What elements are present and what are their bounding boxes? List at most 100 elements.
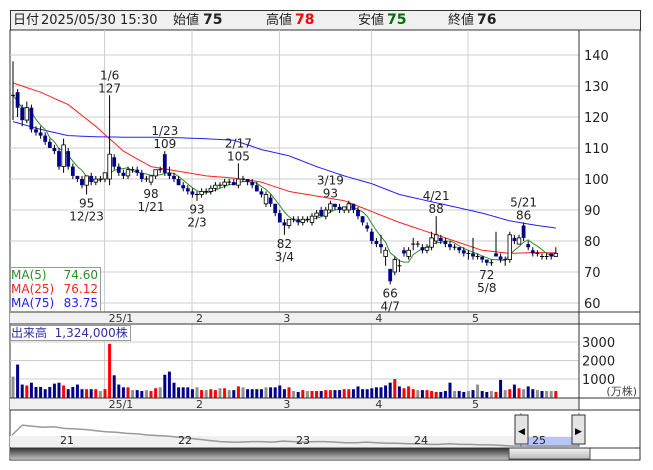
candle-body-up <box>406 249 411 257</box>
volume-bar <box>292 391 296 398</box>
volume-bar <box>466 391 470 398</box>
candle-body-up <box>153 169 158 177</box>
candle-body-down <box>333 203 337 207</box>
volume-bar <box>255 389 259 398</box>
volume-bar <box>305 391 309 398</box>
volume-bar <box>75 384 79 398</box>
candle-body-up <box>84 175 89 186</box>
volume-bar <box>140 391 144 398</box>
volume-bar <box>223 388 227 398</box>
volume-bar <box>126 387 130 398</box>
annotation-price: 109 <box>153 137 176 151</box>
volume-bar <box>117 384 121 398</box>
candle-body-down <box>20 107 25 121</box>
volume-bar <box>154 388 158 398</box>
month-label: 25/1 <box>109 398 134 411</box>
annotation-date: 1/23 <box>151 124 178 138</box>
candle-body-down <box>379 244 383 248</box>
volume-bar <box>361 389 365 398</box>
annotation-price: 82 <box>277 237 292 251</box>
candle-body-up <box>314 212 319 217</box>
volume-value: 1,324,000株 <box>54 326 128 340</box>
volume-bar <box>163 374 167 398</box>
caret-left-icon: ◀ <box>518 427 525 437</box>
navigator-right-handle[interactable]: ▶ <box>571 414 586 445</box>
candle-body-up <box>125 169 131 177</box>
navigator-label: 23 <box>296 434 310 447</box>
volume-bar <box>333 390 337 398</box>
volume-bar <box>269 387 273 398</box>
candle-body-down <box>388 268 393 282</box>
volume-bar <box>411 389 415 398</box>
month-label: 25/1 <box>109 312 134 325</box>
volume-bar <box>259 389 263 398</box>
volume-bar <box>494 391 498 398</box>
scrollbar-thumb[interactable] <box>508 447 591 460</box>
candle-body-down <box>498 256 503 260</box>
candle-body-down <box>190 191 195 195</box>
volume-bar <box>241 387 245 398</box>
volume-bar <box>342 389 346 398</box>
volume-bar <box>365 389 369 398</box>
candle <box>507 231 512 263</box>
scrollbar-track[interactable] <box>10 448 580 459</box>
candle-body-up <box>300 218 305 223</box>
volume-bar <box>213 390 217 398</box>
volume-bar <box>301 390 305 398</box>
volume-bar <box>351 389 355 398</box>
volume-bar <box>172 382 176 398</box>
candle-body-down <box>356 210 360 217</box>
volume-bar <box>296 391 300 398</box>
volume-bar <box>80 389 84 398</box>
volume-bar <box>181 387 185 398</box>
volume-bar <box>457 391 461 398</box>
volume-date-strip <box>10 398 579 410</box>
volume-bar <box>420 390 424 398</box>
volume-bar <box>71 386 75 398</box>
candle-body-down <box>121 172 126 176</box>
volume-bar <box>549 391 553 398</box>
annotation-price: 72 <box>479 268 494 282</box>
annotation-date: 2/3 <box>187 216 206 230</box>
candle-body-down <box>526 244 531 248</box>
volume-bar <box>167 371 171 398</box>
annotation-date: 3/19 <box>317 174 344 188</box>
volume-unit-label: (万株) <box>606 384 637 398</box>
candle-body-down <box>80 179 84 186</box>
candle <box>57 148 61 170</box>
volume-bar <box>278 385 282 398</box>
candle-body-up <box>148 175 154 183</box>
volume-bar <box>89 389 93 398</box>
volume-bar <box>177 387 181 398</box>
candle-body-down <box>461 250 466 254</box>
volume-bar <box>135 390 139 398</box>
volume-bar <box>512 384 516 398</box>
annotation-price: 98 <box>143 187 158 201</box>
candle-body-down <box>66 151 71 167</box>
volume-bar <box>434 391 438 398</box>
volume-bar <box>94 389 98 398</box>
month-label: 5 <box>472 398 479 411</box>
volume-bar <box>85 389 89 398</box>
navigator-left-handle[interactable]: ◀ <box>514 414 529 445</box>
volume-bar <box>439 391 443 398</box>
candle-body-up <box>286 218 292 226</box>
candle-body-down <box>351 203 356 210</box>
candle-body-down <box>296 219 301 223</box>
navigator-label: 22 <box>178 434 192 447</box>
candle-body-down <box>231 182 236 186</box>
candle-body-down <box>337 206 342 210</box>
candle-body-up <box>309 215 315 223</box>
volume-bar <box>425 390 429 398</box>
month-label: 2 <box>196 398 203 411</box>
candle-body-down <box>374 241 379 245</box>
price-tick-label: 120 <box>584 111 609 126</box>
candle-body-up <box>222 181 227 186</box>
volume-bar <box>503 390 507 398</box>
volume-bar <box>416 390 420 398</box>
candle-body-down <box>162 154 167 173</box>
month-label: 2 <box>196 312 203 325</box>
candle-body-up <box>383 249 388 257</box>
volume-bar <box>531 389 535 398</box>
price-date-strip <box>10 312 579 324</box>
